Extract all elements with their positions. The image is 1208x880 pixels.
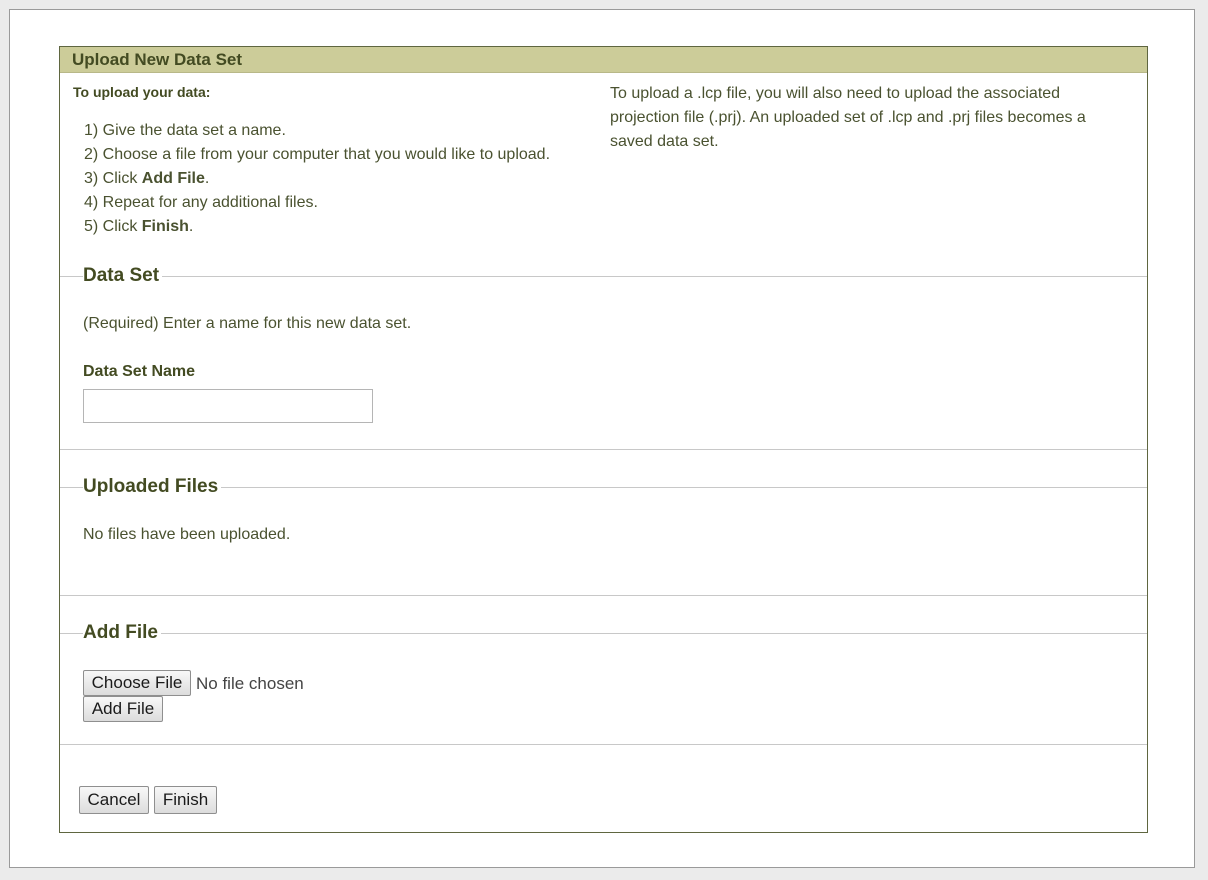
- data-set-name-input[interactable]: [83, 389, 373, 423]
- step-item: 2) Choose a file from your computer that…: [84, 146, 551, 163]
- step-item: 5) Click Finish.: [84, 218, 194, 235]
- choose-file-button[interactable]: Choose File: [83, 670, 191, 696]
- panel-title: Upload New Data Set: [72, 50, 243, 69]
- data-set-name-label: Data Set Name: [83, 363, 196, 380]
- add-file-legend: Add File: [83, 621, 161, 645]
- data-set-legend: Data Set: [83, 264, 163, 288]
- upload-panel: Upload New Data Set To upload your data:…: [59, 46, 1148, 833]
- lcp-note: To upload a .lcp file, you will also nee…: [610, 85, 1086, 150]
- file-chosen-status: No file chosen: [196, 674, 304, 693]
- uploaded-files-section: Uploaded Files No files have been upload…: [60, 475, 1147, 596]
- add-file-section: Add File Choose File No file chosen Add …: [60, 621, 1147, 745]
- step-item: 1) Give the data set a name.: [84, 122, 286, 139]
- uploaded-files-legend: Uploaded Files: [83, 475, 222, 499]
- panel-header: Upload New Data Set: [60, 47, 1147, 73]
- intro-heading: To upload your data:: [73, 84, 211, 100]
- data-set-instruction: (Required) Enter a name for this new dat…: [83, 315, 412, 332]
- no-files-message: No files have been uploaded.: [83, 526, 291, 543]
- step-item: 4) Repeat for any additional files.: [84, 194, 318, 211]
- finish-button[interactable]: Finish: [154, 786, 217, 814]
- add-file-button[interactable]: Add File: [83, 696, 163, 722]
- steps-list: 1) Give the data set a name. 2) Choose a…: [84, 119, 550, 239]
- data-set-section: Data Set (Required) Enter a name for thi…: [60, 264, 1147, 450]
- step-item: 3) Click Add File.: [84, 170, 210, 187]
- cancel-button[interactable]: Cancel: [79, 786, 149, 814]
